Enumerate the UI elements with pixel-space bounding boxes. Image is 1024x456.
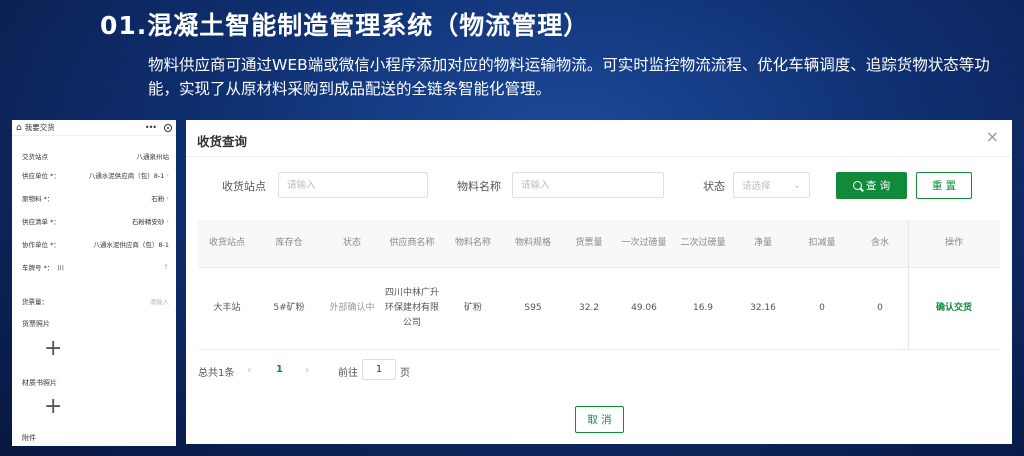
next-page-icon[interactable]: › [305, 363, 309, 376]
site-label: 收货站点 [222, 180, 266, 193]
material-input[interactable] [512, 172, 664, 198]
more-icon[interactable]: ••• [145, 123, 157, 132]
chevron-right-icon: › [166, 217, 169, 225]
site-input[interactable] [278, 172, 428, 198]
query-button[interactable]: 查 询 [836, 172, 907, 199]
status-badge: 外部确认中 [329, 303, 375, 313]
search-icon [852, 181, 862, 190]
field-partner[interactable]: 协作单位 *： 八通水泥供应商（包）8-1 [22, 239, 169, 249]
close-icon[interactable]: × [986, 127, 999, 146]
table-header: 收货站点 库存仓 状态 供应商名称 物料名称 物料规格 货票量 一次过磅量 二次… [198, 220, 1000, 268]
home-icon[interactable]: ⌂ [16, 123, 22, 133]
receipt-query-dialog: 收货查询 × 收货站点 物料名称 状态 请选择 ⌄ 查 询 重 置 收货站点 库… [186, 120, 1012, 444]
field-supplier[interactable]: 供应单位 *： 八通水泥供应商（包）8-1 › [22, 170, 169, 180]
goto-label: 前往 [338, 368, 358, 379]
reset-button[interactable]: 重 置 [916, 172, 972, 199]
slide-title: 01.混凝土智能制造管理系统（物流管理） [100, 11, 590, 40]
cancel-button[interactable]: 取 消 [575, 406, 624, 433]
status-label: 状态 [703, 180, 725, 193]
material-photo-label: 材质书照片 [22, 379, 57, 387]
confirm-delivery-link[interactable]: 确认交货 [908, 268, 1000, 349]
attachment-label: 附件 [22, 434, 36, 442]
dialog-title: 收货查询 [197, 134, 248, 149]
field-plate-number[interactable]: 车牌号 *： 川 ⇪ [22, 262, 169, 272]
mobile-page-title: 我要交货 [24, 123, 55, 132]
mobile-delivery-form: ⌂ 我要交货 ••• 交货站点 八通泉州站 供应单位 *： 八通水泥供应商（包）… [12, 120, 176, 446]
chevron-right-icon: › [166, 194, 169, 202]
field-supply-list[interactable]: 供应清单 *： 石粉精安砂 › [22, 216, 169, 226]
page-number[interactable]: 1 [276, 364, 283, 375]
add-ticket-photo-icon[interactable]: + [44, 338, 62, 360]
prev-page-icon[interactable]: ‹ [247, 363, 251, 376]
table-row: 大丰站 5#矿粉 外部确认中 四川中林广升环保建材有限公司 矿粉 S95 32.… [198, 268, 1000, 350]
goto-page-input[interactable] [362, 359, 396, 380]
mobile-nav-bar: ⌂ 我要交货 ••• [12, 120, 176, 136]
field-delivery-site[interactable]: 交货站点 八通泉州站 [22, 151, 169, 161]
divider [186, 156, 1012, 157]
total-count: 总共1条 [198, 368, 235, 379]
ticket-photo-label: 货票照片 [22, 320, 50, 328]
chevron-right-icon: › [166, 171, 169, 179]
add-material-photo-icon[interactable]: + [44, 396, 62, 418]
field-ticket-qty[interactable]: 货票量： 请输入 [22, 296, 169, 306]
page-unit-label: 页 [400, 368, 410, 379]
material-label: 物料名称 [457, 180, 501, 193]
fixed-column-divider [908, 220, 909, 350]
chevron-down-icon: ⌄ [793, 179, 801, 191]
record-icon[interactable] [164, 123, 172, 132]
status-select[interactable]: 请选择 ⌄ [733, 172, 810, 198]
upload-icon[interactable]: ⇪ [163, 263, 169, 271]
slide-description: 物料供应商可通过WEB端或微信小程序添加对应的物料运输物流。可实时监控物流流程、… [148, 56, 990, 98]
field-material[interactable]: 原物料 *： 石粉 › [22, 193, 169, 203]
